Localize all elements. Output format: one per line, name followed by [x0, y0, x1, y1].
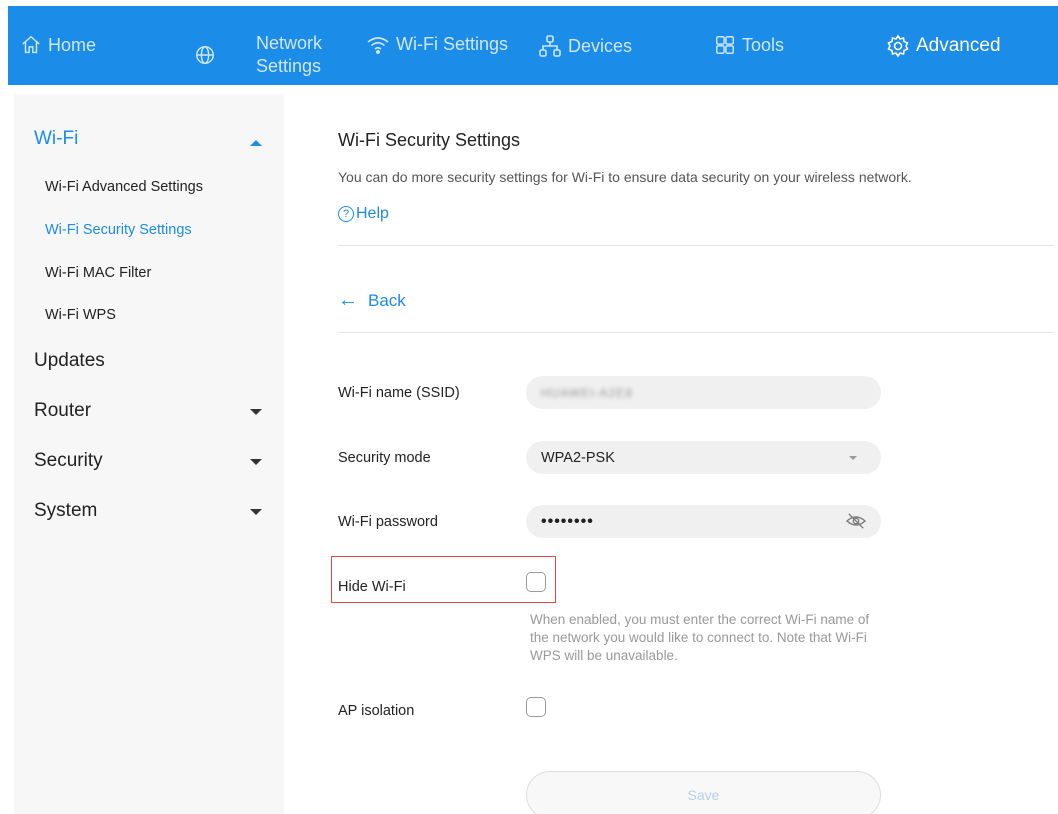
chevron-down-icon[interactable] — [250, 459, 262, 465]
sidebar-group-updates[interactable]: Updates — [34, 350, 105, 372]
sidebar-item-wifi-security-settings[interactable]: Wi-Fi Security Settings — [45, 222, 192, 238]
sidebar-item-wifi-advanced-settings[interactable]: Wi-Fi Advanced Settings — [45, 179, 203, 195]
nav-network-settings[interactable]: Network Settings — [256, 32, 322, 78]
security-mode-select[interactable]: WPA2-PSK — [526, 441, 881, 474]
nav-wifi-settings[interactable]: Wi-Fi Settings — [366, 34, 508, 55]
hide-wifi-checkbox[interactable] — [526, 572, 546, 592]
nav-wifi-settings-label: Wi-Fi Settings — [396, 34, 509, 54]
nav-network-label-line1: Network — [256, 33, 323, 53]
nav-advanced-label: Advanced — [916, 35, 1001, 56]
chevron-down-icon — [849, 456, 857, 460]
chevron-down-icon[interactable] — [250, 409, 262, 415]
arrow-left-icon: ← — [338, 289, 358, 311]
nav-tools[interactable]: Tools — [714, 34, 784, 56]
ssid-label: Wi-Fi name (SSID) — [338, 385, 460, 401]
page-description: You can do more security settings for Wi… — [338, 169, 912, 185]
globe-icon — [196, 46, 214, 64]
nav-globe[interactable] — [194, 44, 216, 66]
back-label: Back — [368, 290, 406, 310]
help-link[interactable]: ? Help — [338, 205, 389, 223]
wifi-password-value: •••••••• — [541, 512, 594, 530]
chevron-down-icon[interactable] — [250, 509, 262, 515]
sidebar-group-security[interactable]: Security — [34, 450, 103, 472]
eye-off-icon[interactable] — [845, 512, 867, 530]
help-icon: ? — [338, 206, 354, 222]
help-label: Help — [356, 205, 389, 222]
nav-tools-label: Tools — [742, 34, 785, 55]
sidebar-group-system[interactable]: System — [34, 500, 97, 522]
sidebar-item-wifi-wps[interactable]: Wi-Fi WPS — [45, 307, 116, 323]
tools-icon — [716, 36, 734, 54]
save-button[interactable]: Save — [526, 771, 881, 814]
security-mode-value: WPA2-PSK — [541, 449, 615, 466]
sidebar-group-wifi[interactable]: Wi-Fi — [34, 128, 78, 150]
divider — [338, 332, 1054, 333]
home-icon — [22, 35, 40, 54]
ap-isolation-checkbox[interactable] — [526, 697, 546, 717]
nav-devices-label: Devices — [568, 35, 633, 56]
ssid-input[interactable]: HUAWEI-A2E8 — [526, 376, 881, 409]
top-navigation-bar: Home Network Settings Wi-Fi Settings Dev… — [8, 6, 1058, 85]
wifi-password-input[interactable]: •••••••• — [526, 505, 881, 538]
back-link[interactable]: ← Back — [338, 289, 406, 312]
sidebar-item-wifi-mac-filter[interactable]: Wi-Fi MAC Filter — [45, 265, 151, 281]
sidebar-group-router[interactable]: Router — [34, 400, 91, 422]
devices-icon — [539, 35, 561, 57]
gear-icon — [887, 34, 909, 58]
ap-isolation-label: AP isolation — [338, 703, 415, 719]
nav-home[interactable]: Home — [20, 34, 96, 56]
nav-home-label: Home — [48, 34, 97, 55]
nav-network-label-line2: Settings — [256, 56, 322, 76]
main-content: Wi-Fi Security Settings You can do more … — [284, 85, 1058, 814]
sidebar: Wi-Fi Wi-Fi Advanced Settings Wi-Fi Secu… — [14, 94, 284, 814]
hide-wifi-label: Hide Wi-Fi — [338, 579, 406, 595]
ssid-value: HUAWEI-A2E8 — [541, 385, 633, 400]
security-mode-label: Security mode — [338, 450, 431, 466]
page-title: Wi-Fi Security Settings — [338, 130, 521, 150]
nav-devices[interactable]: Devices — [538, 34, 632, 58]
wifi-password-label: Wi-Fi password — [338, 514, 438, 530]
divider — [338, 245, 1054, 246]
chevron-up-icon[interactable] — [250, 140, 262, 146]
nav-advanced[interactable]: Advanced — [886, 34, 1001, 58]
wifi-icon — [367, 36, 389, 54]
hide-wifi-hint: When enabled, you must enter the correct… — [530, 612, 870, 663]
